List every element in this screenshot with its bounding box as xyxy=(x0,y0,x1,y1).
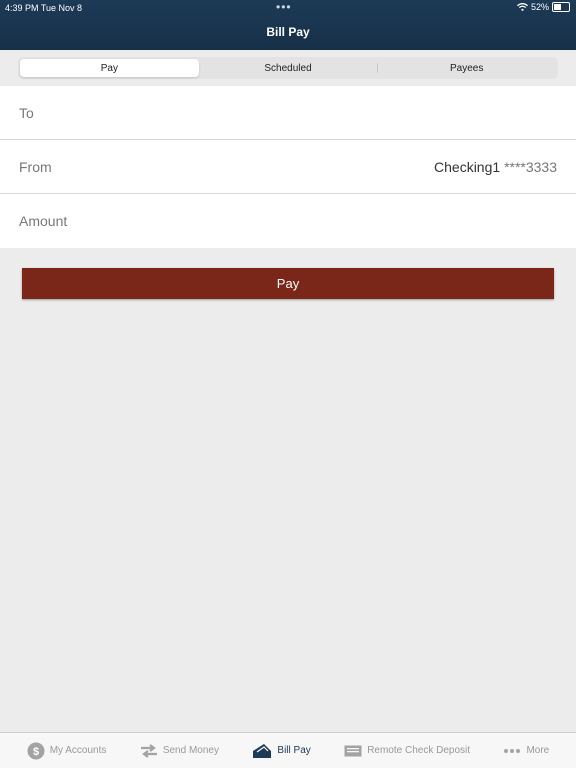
tab-scheduled[interactable]: Scheduled xyxy=(199,59,378,77)
tab-pay[interactable]: Pay xyxy=(20,59,199,77)
amount-field[interactable]: Amount xyxy=(0,194,576,248)
tab-label: Bill Pay xyxy=(277,745,311,756)
bottom-tab-bar: $ My Accounts Send Money Bill Pay Remote… xyxy=(0,732,576,768)
segmented-control: Pay Scheduled Payees xyxy=(18,57,558,79)
tab-send-money[interactable]: Send Money xyxy=(140,743,219,759)
bill-pay-form: To From Checking1 ****3333 Amount xyxy=(0,86,576,248)
status-indicators: 52% xyxy=(517,2,570,12)
tab-label: Send Money xyxy=(162,745,219,756)
page-title: Bill Pay xyxy=(266,25,310,39)
check-icon xyxy=(344,745,362,757)
status-time: 4:39 PM Tue Nov 8 xyxy=(5,3,83,13)
pay-button[interactable]: Pay xyxy=(22,268,554,299)
tab-label: My Accounts xyxy=(49,745,107,756)
wifi-icon xyxy=(517,3,528,11)
tab-label: Remote Check Deposit xyxy=(367,745,471,756)
more-icon xyxy=(503,748,521,754)
to-field[interactable]: To xyxy=(0,86,576,140)
from-account-mask: ****3333 xyxy=(504,158,557,175)
top-bar: 4:39 PM Tue Nov 8 ••• 52% Bill Pay xyxy=(0,0,576,50)
bill-pay-icon xyxy=(252,743,272,759)
tab-my-accounts[interactable]: $ My Accounts xyxy=(27,742,107,760)
from-label: From xyxy=(19,158,52,175)
dollar-icon: $ xyxy=(27,742,45,760)
svg-text:$: $ xyxy=(33,746,39,758)
from-account-name: Checking1 xyxy=(434,158,501,175)
from-value: Checking1 ****3333 xyxy=(434,159,557,175)
from-field[interactable]: From Checking1 ****3333 xyxy=(0,140,576,194)
amount-label: Amount xyxy=(19,213,68,229)
tab-payees[interactable]: Payees xyxy=(377,59,556,77)
tab-bill-pay[interactable]: Bill Pay xyxy=(252,743,311,759)
tab-more[interactable]: More xyxy=(503,745,549,756)
battery-icon xyxy=(552,2,570,12)
transfer-icon xyxy=(140,743,158,759)
tab-label: More xyxy=(526,745,550,756)
battery-percent: 52% xyxy=(530,2,549,12)
tab-remote-check-deposit[interactable]: Remote Check Deposit xyxy=(344,745,470,757)
to-label: To xyxy=(19,104,34,121)
multitasking-dots-icon[interactable]: ••• xyxy=(276,0,292,14)
